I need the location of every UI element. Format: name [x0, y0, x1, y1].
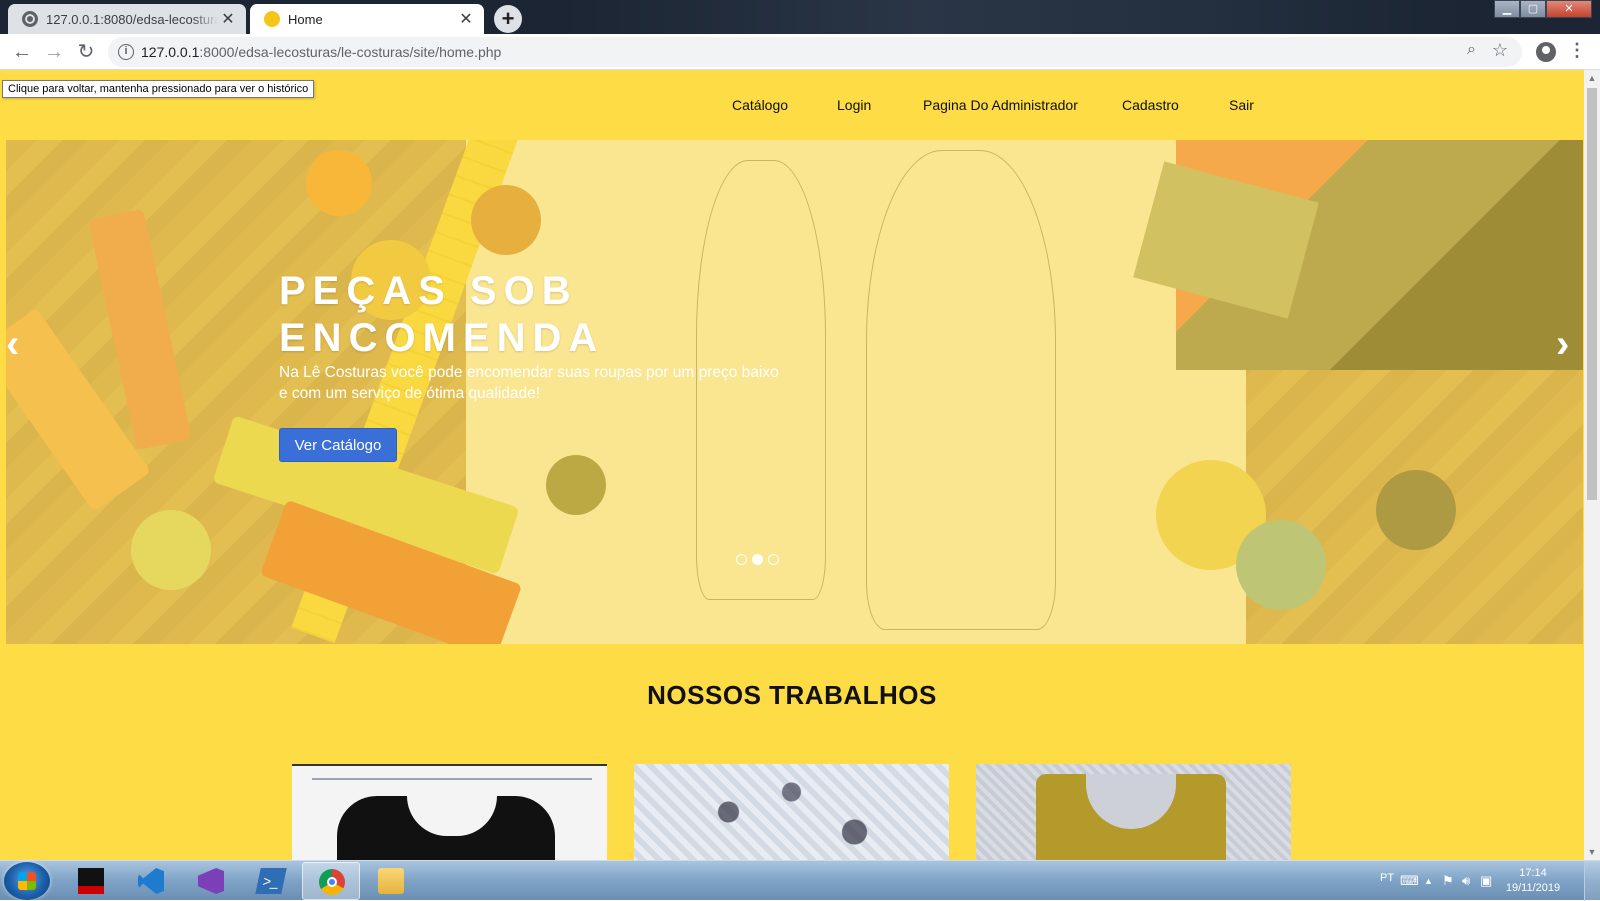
- back-button-tooltip: Clique para voltar, mantenha pressionado…: [2, 80, 315, 98]
- app-red-icon: [78, 868, 104, 894]
- carousel-prev-icon[interactable]: ‹: [6, 322, 19, 367]
- carousel-dot[interactable]: [768, 554, 779, 565]
- visual-studio-icon: [198, 868, 224, 894]
- bookmark-star-icon[interactable]: ☆: [1492, 40, 1508, 61]
- maximize-window-button[interactable]: ▢: [1520, 0, 1546, 18]
- taskbar-visual-studio[interactable]: [182, 862, 240, 900]
- tab-title: Home: [288, 11, 323, 27]
- info-icon[interactable]: i: [118, 44, 134, 60]
- hero-headline: PEÇAS SOB ENCOMENDA: [279, 268, 979, 362]
- carousel-next-icon[interactable]: ›: [1556, 322, 1569, 367]
- carousel-dot[interactable]: [736, 554, 747, 565]
- reload-icon[interactable]: ↻: [72, 39, 100, 67]
- chrome-icon: [319, 869, 345, 895]
- titlebar-background: [560, 0, 1460, 34]
- powershell-icon: >_: [255, 868, 287, 894]
- hero-carousel: PEÇAS SOB ENCOMENDA Na Lê Costuras você …: [6, 140, 1583, 644]
- page-scrollbar[interactable]: ▲ ▼: [1584, 70, 1600, 860]
- carousel-indicators: [736, 554, 779, 565]
- page-viewport: Catálogo Login Pagina Do Administrador C…: [0, 70, 1584, 860]
- tab-localhost[interactable]: 127.0.0.1:8080/edsa-lecosturas/le-costur…: [8, 4, 246, 34]
- profile-avatar-icon[interactable]: [1536, 42, 1556, 62]
- volume-icon[interactable]: 🔊︎: [1462, 873, 1470, 889]
- address-bar[interactable]: i 127.0.0.1:8000/edsa-lecosturas/le-cost…: [108, 37, 1522, 67]
- language-indicator[interactable]: PT: [1380, 872, 1394, 884]
- taskbar-clock[interactable]: 17:14 19/11/2019: [1498, 866, 1568, 896]
- close-tab-icon[interactable]: ✕: [456, 9, 476, 29]
- floral-fabric-photo: [634, 772, 949, 860]
- close-window-button[interactable]: ✕: [1546, 0, 1592, 18]
- new-tab-button[interactable]: +: [494, 5, 522, 33]
- address-url[interactable]: 127.0.0.1:8000/edsa-lecosturas/le-costur…: [141, 44, 501, 60]
- hero-headline-line2: ENCOMENDA: [279, 316, 605, 360]
- work-card[interactable]: [976, 764, 1291, 860]
- forward-arrow-icon[interactable]: →: [40, 39, 68, 67]
- scroll-up-icon[interactable]: ▲: [1584, 70, 1600, 86]
- show-desktop-button[interactable]: [1584, 861, 1600, 901]
- works-section-title: NOSSOS TRABALHOS: [647, 680, 937, 710]
- taskbar-powershell[interactable]: >_: [242, 862, 300, 900]
- yellow-tint-overlay: [6, 140, 1583, 644]
- hanger-rod: [312, 778, 592, 788]
- taskbar-file-explorer[interactable]: [362, 862, 420, 900]
- taskbar-chrome[interactable]: [302, 862, 360, 900]
- hero-headline-line1: PEÇAS SOB: [279, 269, 578, 313]
- scrollbar-thumb[interactable]: [1587, 88, 1597, 500]
- scroll-down-icon[interactable]: ▼: [1584, 844, 1600, 860]
- work-card[interactable]: [292, 764, 607, 860]
- browser-menu-icon[interactable]: ⋮: [1568, 40, 1586, 61]
- nav-login[interactable]: Login: [837, 97, 871, 113]
- taskbar-vscode[interactable]: [122, 862, 180, 900]
- keyboard-icon[interactable]: ⌨: [1400, 873, 1419, 889]
- nav-admin-page[interactable]: Pagina Do Administrador: [923, 97, 1078, 113]
- file-explorer-icon: [378, 868, 404, 894]
- back-arrow-icon[interactable]: ←: [8, 39, 36, 67]
- clock-time: 17:14: [1519, 867, 1547, 879]
- start-button[interactable]: [4, 862, 50, 900]
- tab-title: 127.0.0.1:8080/edsa-lecosturas/le-costur…: [46, 11, 218, 27]
- browser-tab-bar: 127.0.0.1:8080/edsa-lecosturas/le-costur…: [0, 0, 1600, 34]
- action-center-flag-icon[interactable]: ⚑: [1442, 873, 1454, 889]
- carousel-dot-active[interactable]: [752, 554, 763, 565]
- zoom-magnifier-icon[interactable]: ⌕: [1467, 41, 1476, 59]
- minimize-window-button[interactable]: ▁: [1494, 0, 1520, 18]
- nav-sair[interactable]: Sair: [1229, 97, 1254, 113]
- nav-cadastro[interactable]: Cadastro: [1122, 97, 1179, 113]
- site-favicon-icon: [264, 11, 280, 27]
- hero-lead-text: Na Lê Costuras você pode encomendar suas…: [279, 364, 779, 402]
- close-tab-icon[interactable]: ✕: [218, 9, 238, 29]
- url-host: 127.0.0.1: [141, 44, 200, 60]
- windows-taskbar: >_ PT ⌨ ▲ ⚑ 🔊︎ ▣ 17:14 19/11/2019: [0, 860, 1600, 901]
- windows-logo-icon: [18, 872, 36, 890]
- work-card[interactable]: [634, 764, 949, 860]
- url-path: :8000/edsa-lecosturas/le-costuras/site/h…: [199, 44, 502, 60]
- vscode-icon: [138, 868, 164, 894]
- taskbar-app-red[interactable]: [62, 862, 120, 900]
- ver-catalogo-button[interactable]: Ver Catálogo: [279, 428, 397, 462]
- system-tray: PT ⌨ ▲ ⚑ 🔊︎ ▣ 17:14 19/11/2019: [1380, 861, 1600, 901]
- network-icon[interactable]: ▣: [1480, 873, 1492, 889]
- browser-toolbar: ← → ↻ i 127.0.0.1:8000/edsa-lecosturas/l…: [0, 34, 1600, 70]
- tab-home[interactable]: Home ✕: [250, 4, 484, 34]
- show-hidden-icons-icon[interactable]: ▲: [1424, 876, 1433, 886]
- clock-date: 19/11/2019: [1505, 882, 1561, 894]
- nav-catalogo[interactable]: Catálogo: [732, 97, 788, 113]
- globe-icon: [22, 11, 38, 27]
